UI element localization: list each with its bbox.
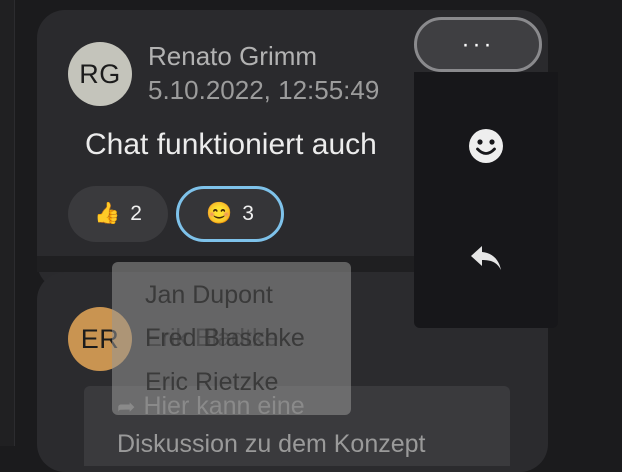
reaction-thumbs-up-button[interactable]: 👍 2	[68, 186, 168, 242]
reply-button[interactable]	[414, 236, 558, 280]
reaction-count: 2	[130, 202, 142, 225]
tooltip-user-name: Eric Rietzke	[145, 368, 279, 396]
more-options-button[interactable]: ···	[414, 17, 542, 72]
smiley-face-icon	[469, 129, 503, 163]
quoted-text-line-2: Diskussion zu dem Konzept	[117, 430, 426, 458]
reply-arrow-icon	[471, 246, 501, 270]
reaction-smile-button[interactable]: 😊 3	[176, 186, 284, 242]
add-reaction-button[interactable]	[414, 124, 558, 168]
smile-icon: 😊	[206, 202, 233, 225]
message-action-menu	[414, 72, 558, 328]
tooltip-user-name: Fred Blaschke	[145, 324, 305, 352]
tooltip-user-name: Jan Dupont	[145, 281, 273, 309]
left-rail	[0, 0, 15, 446]
message-author: Renato Grimm	[148, 41, 318, 71]
avatar[interactable]: RG	[68, 42, 132, 106]
thumbs-up-icon: 👍	[94, 202, 121, 225]
reaction-count: 3	[242, 202, 254, 225]
message-text: Chat funktioniert auch	[85, 128, 377, 161]
message-timestamp: 5.10.2022, 12:55:49	[148, 75, 380, 105]
